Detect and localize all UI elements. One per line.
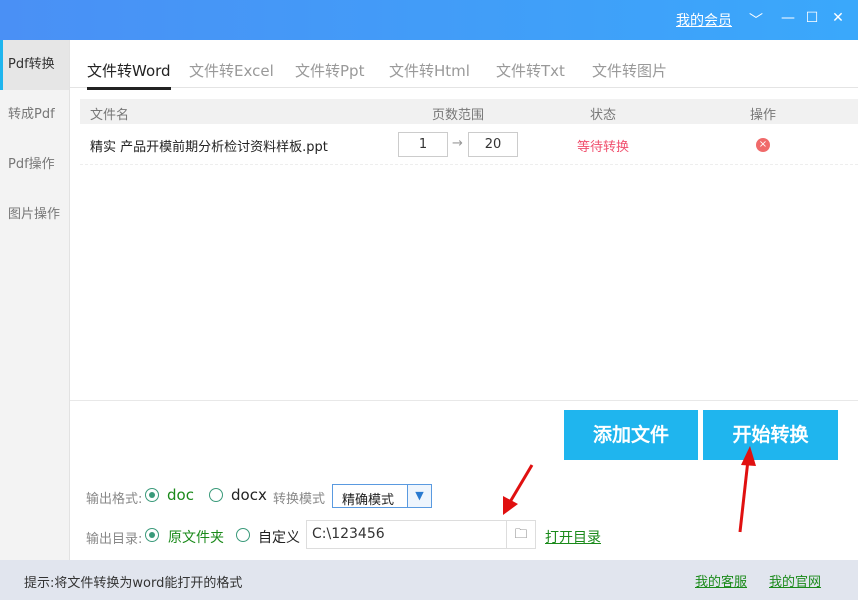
red-arrow-icon [503,465,532,515]
red-arrow-icon [740,446,756,532]
annotation-arrows [0,0,858,600]
